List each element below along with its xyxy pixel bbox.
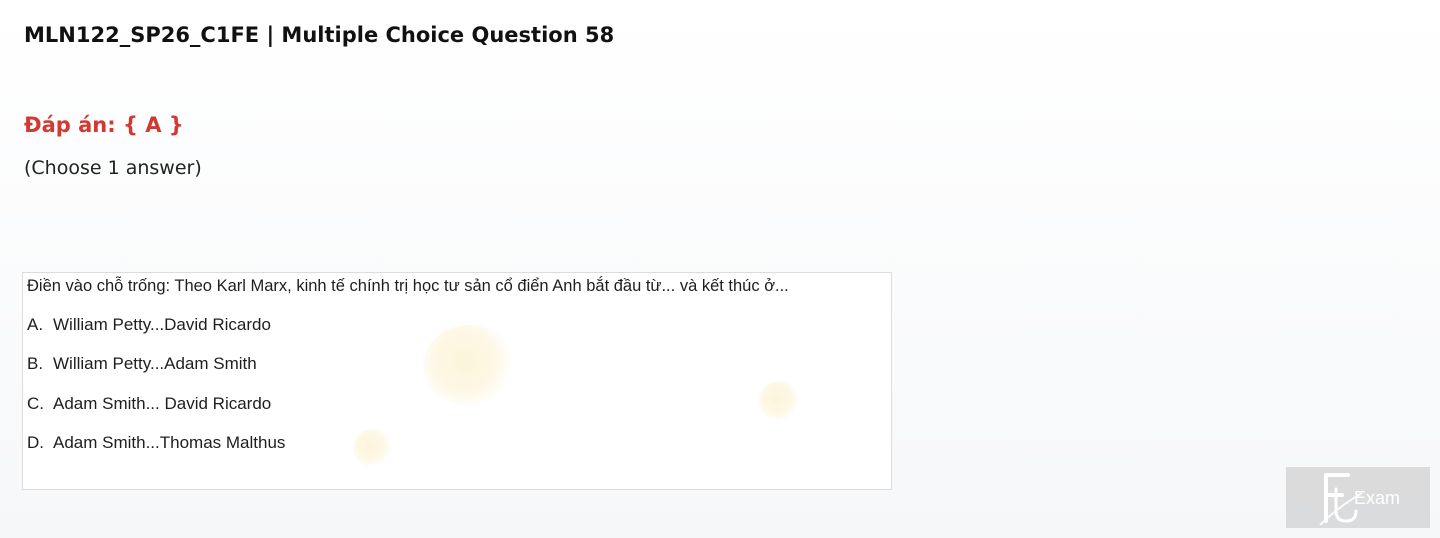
watermark-text: Exam <box>1354 488 1401 508</box>
option-a: A. William Petty...David Ricardo <box>27 314 271 336</box>
watermark-logo: Exam <box>1286 467 1430 528</box>
option-text: William Petty...Adam Smith <box>53 354 257 373</box>
option-text: Adam Smith... David Ricardo <box>53 394 272 413</box>
decorative-blob <box>353 429 391 467</box>
option-text: Adam Smith...Thomas Malthus <box>53 433 286 452</box>
decorative-blob <box>423 325 515 405</box>
question-text: Điền vào chỗ trống: Theo Karl Marx, kinh… <box>27 277 789 295</box>
answer-instruction: (Choose 1 answer) <box>24 157 202 179</box>
option-letter: A. <box>27 315 44 334</box>
page-title: MLN122_SP26_C1FE | Multiple Choice Quest… <box>24 23 615 47</box>
question-image: Điền vào chỗ trống: Theo Karl Marx, kinh… <box>22 272 892 490</box>
option-letter: D. <box>27 433 44 452</box>
decorative-blob <box>759 381 799 421</box>
option-d: D. Adam Smith...Thomas Malthus <box>27 432 285 454</box>
option-c: C. Adam Smith... David Ricardo <box>27 393 271 415</box>
option-text: William Petty...David Ricardo <box>53 315 271 334</box>
option-letter: C. <box>27 394 44 413</box>
answer-heading: Đáp án: { A } <box>24 113 184 137</box>
option-letter: B. <box>27 354 44 373</box>
option-b: B. William Petty...Adam Smith <box>27 353 257 375</box>
